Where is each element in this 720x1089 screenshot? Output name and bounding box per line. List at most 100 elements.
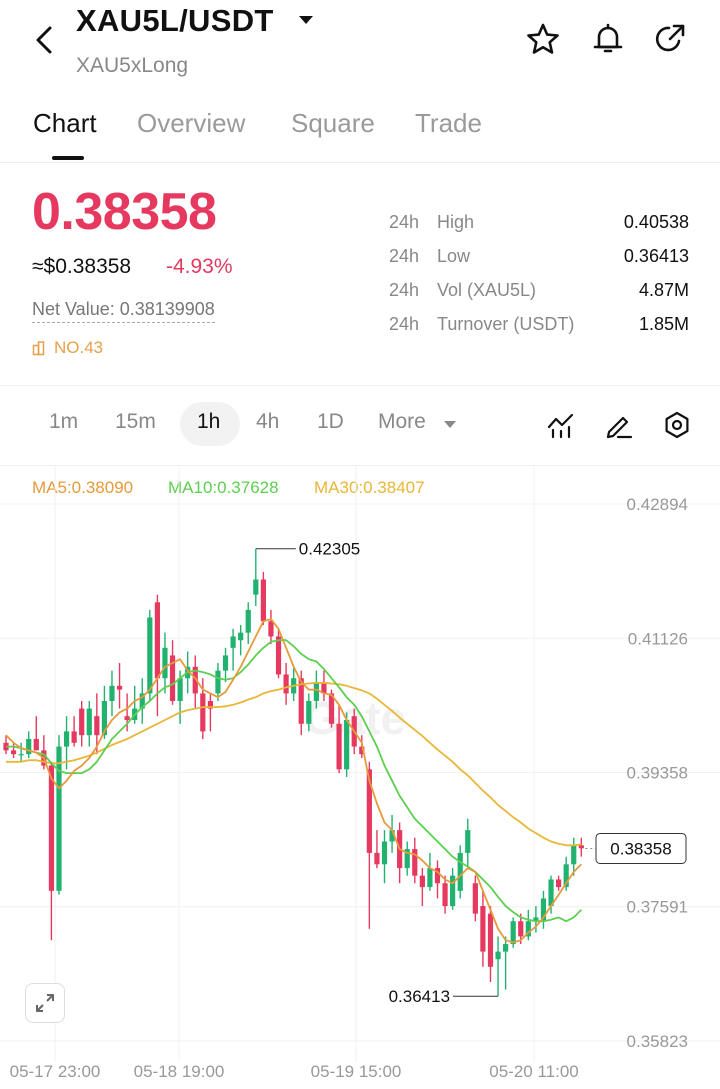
stat-value: 1.85M — [638, 314, 689, 334]
settings-hex-icon[interactable] — [662, 410, 692, 440]
stat-value: 0.40538 — [623, 212, 689, 232]
stat-period: 24h — [389, 280, 420, 300]
stat-value: 0.36413 — [623, 246, 689, 266]
candle-body — [344, 719, 350, 770]
y-tick-label: 0.35823 — [627, 1032, 688, 1051]
candle-body — [412, 849, 418, 876]
timeframe-1d[interactable]: 1D — [317, 410, 344, 434]
ma30-line — [6, 681, 582, 847]
candle-body — [275, 636, 282, 675]
timeframe-4h[interactable]: 4h — [256, 410, 279, 434]
last-price: 0.38358 — [32, 183, 217, 241]
timeframe-15m[interactable]: 15m — [115, 410, 156, 434]
back-arrow-icon[interactable] — [30, 22, 60, 58]
timeframe-1m[interactable]: 1m — [49, 410, 78, 434]
timeframe-1h[interactable]: 1h — [197, 410, 220, 434]
y-tick-label: 0.39358 — [627, 764, 688, 783]
candle-body — [578, 845, 584, 849]
expand-chart-icon[interactable] — [25, 983, 65, 1023]
price-change: -4.93% — [166, 255, 233, 278]
x-tick-label: 05-19 15:00 — [311, 1062, 402, 1081]
main-tabs: Chart Overview Square Trade — [0, 100, 720, 163]
candle-body — [268, 621, 274, 637]
candlestick-chart[interactable]: Gate 0.423050.364130.38358 0.428940.4112… — [0, 466, 720, 1089]
candle-body — [147, 617, 153, 694]
candle-body — [510, 921, 516, 945]
candle-body — [472, 883, 478, 914]
stat-period: 24h — [389, 212, 420, 232]
star-icon[interactable] — [526, 22, 560, 56]
candle-body — [86, 708, 92, 736]
rank-badge[interactable]: NO.43 — [32, 338, 103, 358]
candle-body — [503, 944, 509, 952]
x-tick-label: 05-17 23:00 — [10, 1062, 101, 1081]
candle-body — [215, 670, 221, 694]
candle-body — [306, 700, 312, 724]
candle-body — [162, 647, 168, 679]
stat-label: Vol (XAU5L) — [437, 280, 537, 300]
candle-body — [26, 738, 32, 755]
candle-body — [245, 609, 251, 633]
x-tick-label: 05-18 19:00 — [134, 1062, 225, 1081]
stat-period: 24h — [389, 314, 420, 334]
candle-body — [200, 693, 206, 732]
stat-row-turnover: 24h Turnover (USDT) 1.85M — [389, 314, 689, 340]
candle-body — [419, 875, 425, 888]
rank-bars-icon — [32, 341, 45, 356]
tab-overview[interactable]: Overview — [137, 108, 245, 139]
candle-body — [109, 685, 115, 701]
rank-label: NO.43 — [54, 338, 104, 357]
high-marker-label: 0.42305 — [299, 540, 360, 559]
net-value[interactable]: Net Value: 0.38139908 — [32, 299, 215, 323]
candle-body — [465, 830, 471, 853]
y-tick-label: 0.37591 — [627, 898, 688, 917]
candle-body — [48, 765, 55, 891]
candle-body — [457, 852, 463, 891]
draw-pen-icon[interactable] — [604, 410, 634, 440]
stat-period: 24h — [389, 246, 420, 266]
usd-price: ≈$0.38358 — [32, 255, 132, 278]
candle-body — [222, 655, 229, 671]
candle-body — [63, 731, 70, 747]
candle-body — [381, 841, 388, 865]
share-icon[interactable] — [653, 22, 687, 56]
y-tick-label: 0.42894 — [627, 495, 688, 514]
bell-icon[interactable] — [591, 22, 625, 56]
candle-body — [427, 868, 433, 888]
x-tick-label: 05-20 11:00 — [489, 1062, 578, 1081]
header: XAU5L/USDT XAU5xLong — [0, 0, 720, 90]
pair-title[interactable]: XAU5L/USDT — [76, 3, 274, 39]
candle-body — [442, 883, 448, 907]
candle-body — [495, 951, 501, 960]
tab-square[interactable]: Square — [291, 108, 375, 139]
stat-value: 4.87M — [638, 280, 689, 300]
candle-body — [283, 674, 289, 694]
stat-row-low: 24h Low 0.36413 — [389, 246, 689, 272]
timeframe-more[interactable]: More — [378, 410, 426, 434]
candle-body — [571, 845, 577, 865]
candle-body — [253, 579, 259, 595]
stat-label: High — [437, 212, 475, 232]
indicator-icon[interactable] — [546, 410, 576, 440]
candle-body — [71, 731, 77, 743]
tab-trade[interactable]: Trade — [415, 108, 482, 139]
stat-label: Turnover (USDT) — [437, 314, 575, 334]
pair-subtitle: XAU5xLong — [76, 54, 189, 77]
candle-body — [79, 708, 85, 736]
candle-body — [177, 678, 183, 701]
tab-chart[interactable]: Chart — [33, 108, 97, 139]
candle-body — [124, 716, 130, 720]
stat-row-volume: 24h Vol (XAU5L) 4.87M — [389, 280, 689, 306]
pair-dropdown-caret-icon[interactable] — [299, 16, 313, 24]
active-tab-indicator — [52, 156, 84, 160]
more-caret-icon[interactable] — [444, 421, 456, 428]
stat-row-high: 24h High 0.40538 — [389, 212, 689, 238]
candle-body — [336, 723, 342, 770]
y-tick-label: 0.41126 — [628, 629, 688, 648]
candle-body — [116, 685, 123, 690]
candle-body — [238, 632, 244, 641]
candle-body — [374, 852, 380, 865]
candle-body — [10, 750, 17, 755]
last-price-label: 0.38358 — [610, 839, 671, 858]
candle-body — [154, 602, 160, 679]
